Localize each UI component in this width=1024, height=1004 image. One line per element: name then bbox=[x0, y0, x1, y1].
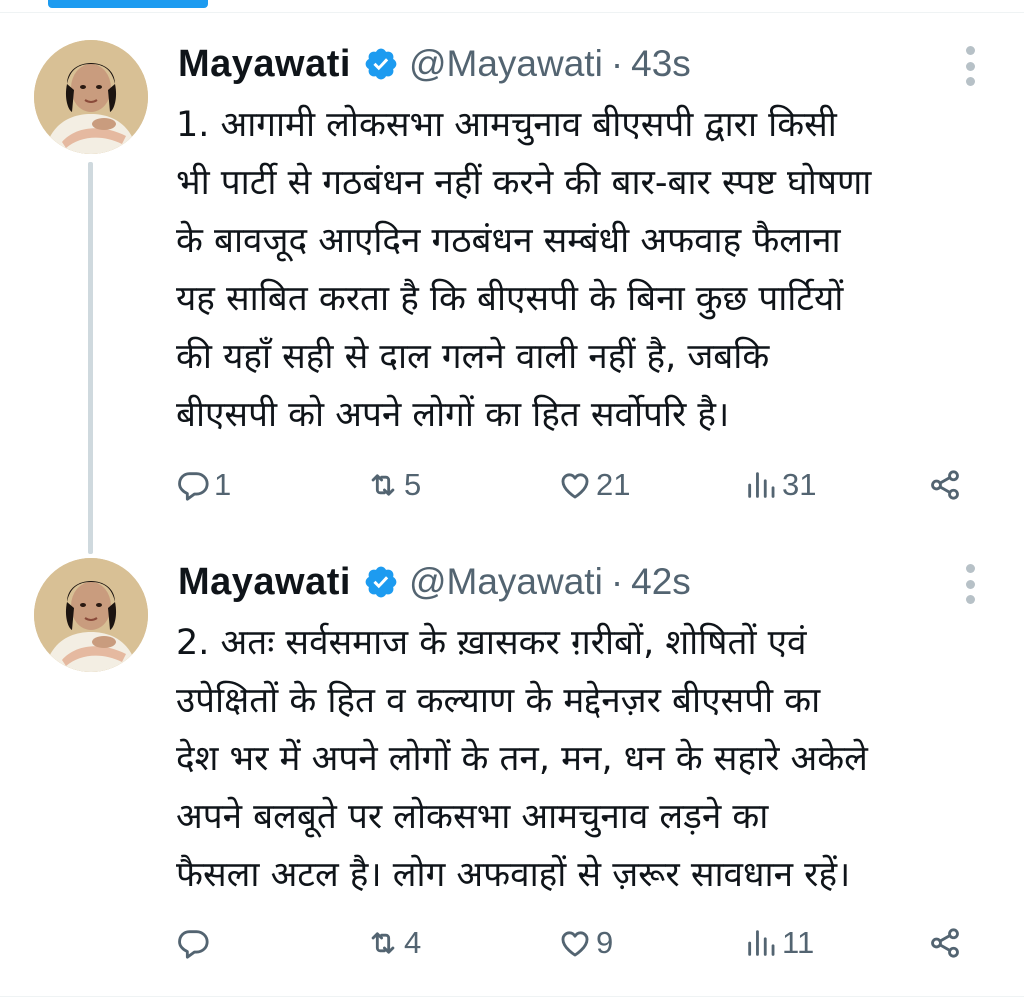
more-vertical-icon[interactable] bbox=[964, 564, 976, 604]
tweet-header: Mayawati @Mayawati · 42s bbox=[178, 554, 691, 610]
display-name[interactable]: Mayawati bbox=[178, 561, 351, 604]
reply-button[interactable] bbox=[176, 918, 214, 968]
bottom-divider bbox=[0, 996, 1024, 997]
user-handle[interactable]: @Mayawati bbox=[409, 561, 603, 603]
like-count: 21 bbox=[596, 467, 631, 502]
thread-connector-line bbox=[88, 162, 93, 554]
timestamp[interactable]: 43s bbox=[631, 43, 691, 85]
top-divider bbox=[0, 12, 1024, 13]
like-count: 9 bbox=[596, 925, 614, 960]
reply-icon bbox=[178, 930, 209, 959]
view-count: 31 bbox=[782, 467, 817, 502]
views-button[interactable]: 11 bbox=[744, 918, 814, 968]
like-button[interactable]: 9 bbox=[558, 918, 613, 968]
share-button[interactable] bbox=[928, 460, 966, 510]
avatar[interactable] bbox=[34, 40, 148, 154]
retweet-count: 5 bbox=[404, 467, 422, 502]
user-handle[interactable]: @Mayawati bbox=[409, 43, 603, 85]
heart-icon bbox=[561, 473, 589, 499]
retweet-button[interactable]: 5 bbox=[366, 460, 421, 510]
action-bar: 1 5 21 31 bbox=[176, 460, 976, 510]
avatar-image bbox=[34, 40, 148, 154]
heart-icon bbox=[561, 931, 589, 957]
retweet-button[interactable]: 4 bbox=[366, 918, 421, 968]
retweet-count: 4 bbox=[404, 925, 422, 960]
views-button[interactable]: 31 bbox=[744, 460, 816, 510]
timestamp[interactable]: 42s bbox=[631, 561, 691, 603]
share-icon bbox=[931, 470, 959, 500]
action-bar: 4 9 11 bbox=[176, 918, 976, 968]
reply-button[interactable]: 1 bbox=[176, 460, 231, 510]
share-icon bbox=[931, 928, 959, 958]
views-icon bbox=[748, 472, 775, 498]
retweet-icon bbox=[371, 932, 395, 954]
retweet-icon bbox=[371, 474, 395, 496]
tweet-text: 1. आगामी लोकसभा आमचुनाव बीएसपी द्वारा कि… bbox=[176, 105, 872, 435]
like-button[interactable]: 21 bbox=[558, 460, 630, 510]
verified-badge-icon bbox=[363, 564, 399, 600]
more-vertical-icon[interactable] bbox=[964, 46, 976, 86]
reply-icon bbox=[178, 472, 209, 501]
verified-badge-icon bbox=[363, 46, 399, 82]
views-icon bbox=[748, 930, 775, 956]
display-name[interactable]: Mayawati bbox=[178, 43, 351, 86]
tweet-text: 2. अतः सर्वसमाज के ख़ासकर ग़रीबों, शोषित… bbox=[176, 623, 868, 895]
reply-count: 1 bbox=[214, 467, 232, 502]
share-button[interactable] bbox=[928, 918, 966, 968]
separator-dot: · bbox=[610, 43, 624, 84]
avatar-image bbox=[34, 558, 148, 672]
avatar[interactable] bbox=[34, 558, 148, 672]
separator-dot: · bbox=[610, 561, 624, 602]
active-tab-indicator bbox=[48, 0, 208, 8]
view-count: 11 bbox=[782, 925, 815, 960]
tweet-header: Mayawati @Mayawati · 43s bbox=[178, 36, 691, 92]
